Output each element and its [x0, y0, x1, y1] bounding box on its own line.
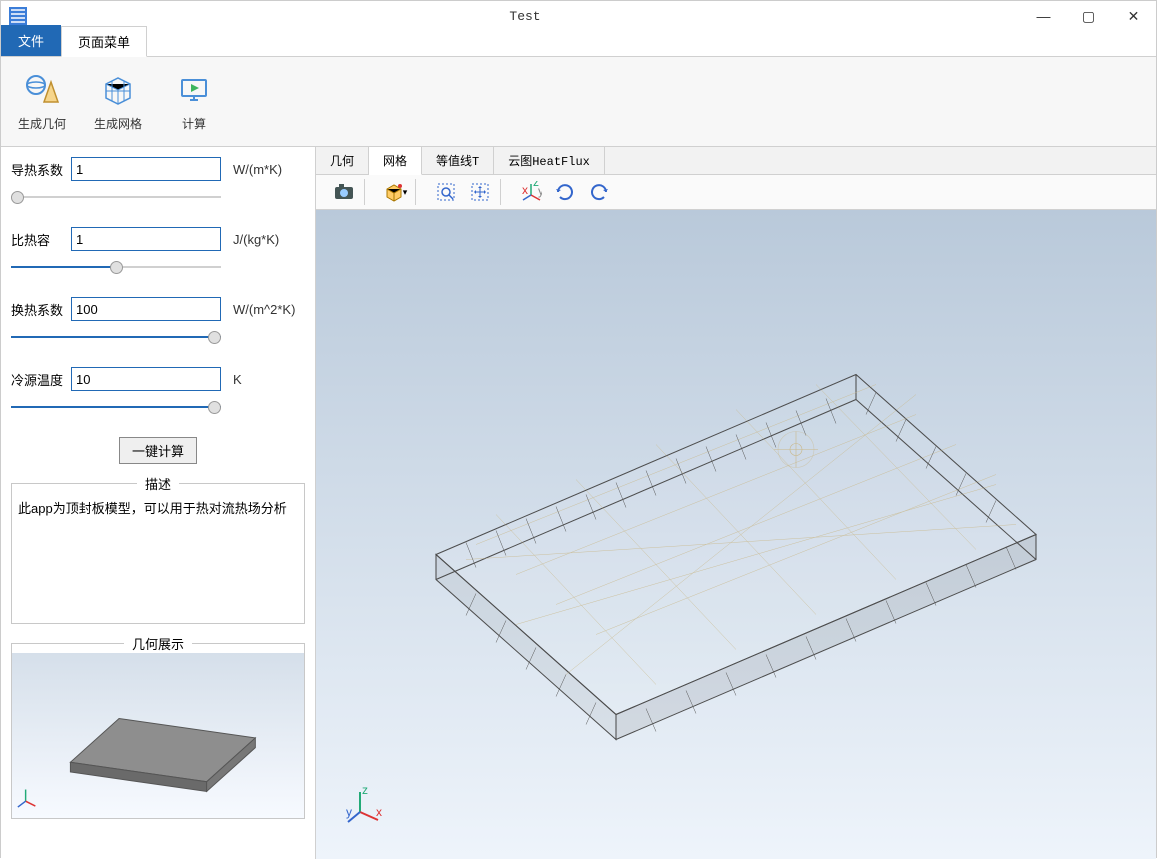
cold-source-temp-slider[interactable] — [11, 406, 221, 408]
geometry-preview-canvas[interactable] — [12, 653, 304, 818]
specific-heat-slider[interactable] — [11, 266, 221, 268]
zoom-select-button[interactable] — [432, 179, 460, 205]
snapshot-button[interactable] — [330, 179, 358, 205]
param-thermal-conductivity: 导热系数 W/(m*K) — [11, 157, 305, 201]
view-tab-heatflux-cloud[interactable]: 云图HeatFlux — [494, 147, 605, 174]
viewport-3d[interactable]: zx y — [316, 210, 1156, 859]
geometry-preview-title: 几何展示 — [124, 634, 192, 653]
one-click-compute-button[interactable]: 一键计算 — [119, 437, 197, 464]
rotate-cw-button[interactable] — [585, 179, 613, 205]
param-cold-source-temp: 冷源温度 K — [11, 367, 305, 411]
view-tab-strip: 几何 网格 等值线T 云图HeatFlux — [316, 147, 1156, 175]
pan-icon — [470, 182, 490, 202]
play-monitor-icon — [175, 71, 213, 109]
viewport-panel: 几何 网格 等值线T 云图HeatFlux ▾ — [316, 147, 1156, 859]
pan-button[interactable] — [466, 179, 494, 205]
title-bar: Test — ▢ ✕ — [1, 1, 1156, 31]
generate-geometry-button[interactable]: 生成几何 — [13, 71, 71, 132]
sphere-cone-icon — [23, 71, 61, 109]
param-label: 导热系数 — [11, 160, 67, 179]
zoom-rect-icon — [436, 182, 456, 202]
axis-xyz-icon: zyx — [520, 181, 542, 203]
view-tab-isolines[interactable]: 等值线T — [422, 147, 494, 174]
window-controls: — ▢ ✕ — [1021, 1, 1156, 31]
view-toolbar: ▾ zyx — [316, 175, 1156, 210]
maximize-button[interactable]: ▢ — [1066, 1, 1111, 31]
param-unit: W/(m^2*K) — [233, 302, 295, 317]
param-label: 比热容 — [11, 230, 67, 249]
app-icon — [7, 5, 29, 27]
window-title: Test — [29, 9, 1021, 24]
param-heat-transfer-coef: 换热系数 W/(m^2*K) — [11, 297, 305, 341]
ribbon-toolbar: 生成几何 生成网格 计算 — [1, 57, 1156, 147]
view-tab-geometry[interactable]: 几何 — [316, 147, 369, 174]
svg-text:x: x — [376, 805, 382, 819]
param-unit: J/(kg*K) — [233, 232, 279, 247]
svg-text:x: x — [522, 183, 528, 197]
geometry-preview-section: 几何展示 — [11, 634, 305, 819]
param-label: 冷源温度 — [11, 370, 67, 389]
close-button[interactable]: ✕ — [1111, 1, 1156, 31]
axis-triad-icon: zx y — [346, 786, 386, 829]
param-specific-heat: 比热容 J/(kg*K) — [11, 227, 305, 271]
compute-button[interactable]: 计算 — [165, 71, 223, 132]
heat-transfer-coef-input[interactable] — [71, 297, 221, 321]
description-title: 描述 — [137, 474, 179, 493]
svg-text:y: y — [538, 184, 542, 198]
param-unit: W/(m*K) — [233, 162, 282, 177]
view-cube-button[interactable]: ▾ — [381, 179, 409, 205]
ribbon-tab-page-menu[interactable]: 页面菜单 — [61, 26, 147, 57]
camera-icon — [333, 182, 355, 202]
rotate-cw-icon — [588, 181, 610, 203]
generate-geometry-label: 生成几何 — [18, 115, 66, 132]
svg-text:z: z — [362, 786, 368, 797]
thermal-conductivity-slider[interactable] — [11, 196, 221, 198]
generate-mesh-label: 生成网格 — [94, 115, 142, 132]
main-area: 导热系数 W/(m*K) 比热容 J/(kg*K) 换热系数 W/(m^2*K) — [1, 147, 1156, 859]
thermal-conductivity-input[interactable] — [71, 157, 221, 181]
description-text: 此app为顶封板模型，可以用于热对流热场分析 — [12, 493, 304, 623]
cold-source-temp-input[interactable] — [71, 367, 221, 391]
view-cube-icon — [383, 181, 405, 203]
cube-mesh-icon — [99, 71, 137, 109]
generate-mesh-button[interactable]: 生成网格 — [89, 71, 147, 132]
minimize-button[interactable]: — — [1021, 1, 1066, 31]
axis-orientation-button[interactable]: zyx — [517, 179, 545, 205]
svg-text:y: y — [346, 805, 352, 819]
parameters-panel: 导热系数 W/(m*K) 比热容 J/(kg*K) 换热系数 W/(m^2*K) — [1, 147, 316, 859]
rotate-ccw-button[interactable] — [551, 179, 579, 205]
heat-transfer-coef-slider[interactable] — [11, 336, 221, 338]
compute-label: 计算 — [182, 115, 206, 132]
rotate-ccw-icon — [554, 181, 576, 203]
ribbon-tab-strip: 文件 页面菜单 — [1, 31, 1156, 57]
view-tab-mesh[interactable]: 网格 — [369, 147, 422, 175]
specific-heat-input[interactable] — [71, 227, 221, 251]
param-label: 换热系数 — [11, 300, 67, 319]
param-unit: K — [233, 372, 242, 387]
ribbon-tab-file[interactable]: 文件 — [1, 25, 61, 56]
description-section: 描述 此app为顶封板模型，可以用于热对流热场分析 — [11, 474, 305, 624]
